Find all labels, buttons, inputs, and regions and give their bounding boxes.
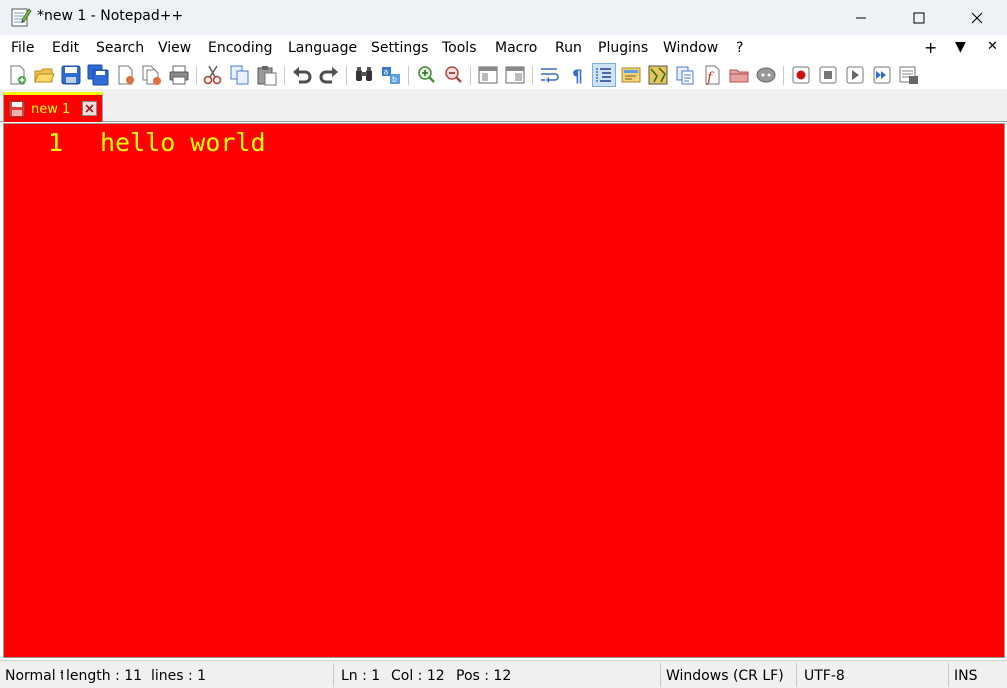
macro-stop-icon[interactable] bbox=[817, 64, 839, 86]
toolbar-separator bbox=[284, 66, 285, 85]
svg-text:a: a bbox=[384, 68, 389, 77]
menu-plugins[interactable]: Plugins bbox=[598, 40, 648, 56]
svg-text:b: b bbox=[392, 75, 397, 84]
show-all-characters-icon[interactable]: ¶ bbox=[566, 64, 588, 86]
zoom-in-icon[interactable] bbox=[415, 64, 437, 86]
status-separator bbox=[948, 663, 949, 687]
macro-run-multiple-icon[interactable] bbox=[871, 64, 893, 86]
print-icon[interactable] bbox=[168, 64, 190, 86]
status-position: Pos : 12 bbox=[456, 668, 512, 684]
menu-settings[interactable]: Settings bbox=[371, 40, 428, 56]
word-wrap-icon[interactable] bbox=[539, 64, 561, 86]
new-file-icon[interactable] bbox=[7, 64, 29, 86]
menu-file[interactable]: File bbox=[11, 40, 34, 56]
find-icon[interactable] bbox=[353, 64, 375, 86]
toolbar-separator bbox=[346, 66, 347, 85]
save-all-icon[interactable] bbox=[87, 64, 109, 86]
sync-vertical-scrolling-icon[interactable] bbox=[477, 64, 499, 86]
redo-icon[interactable] bbox=[318, 64, 340, 86]
minimize-icon bbox=[856, 17, 866, 18]
status-length: length : 11 bbox=[66, 668, 143, 684]
menu-language[interactable]: Language bbox=[288, 40, 357, 56]
macro-save-icon[interactable] bbox=[898, 64, 920, 86]
document-list-icon[interactable] bbox=[674, 64, 696, 86]
tab-label: new 1 bbox=[31, 102, 71, 117]
status-file-type: Normal t bbox=[5, 668, 63, 684]
status-line-number: Ln : 1 bbox=[341, 668, 381, 684]
close-all-icon[interactable] bbox=[141, 64, 163, 86]
editor-area[interactable]: 1 hello world bbox=[3, 123, 1005, 658]
zoom-out-icon[interactable] bbox=[442, 64, 464, 86]
minimize-button[interactable] bbox=[832, 0, 890, 35]
tab-bar: new 1 bbox=[0, 90, 1007, 122]
menu-help[interactable]: ? bbox=[736, 40, 743, 56]
status-separator bbox=[333, 663, 334, 687]
menu-window[interactable]: Window bbox=[663, 40, 718, 56]
status-column: Col : 12 bbox=[391, 668, 445, 684]
open-file-icon[interactable] bbox=[33, 64, 55, 86]
menu-search[interactable]: Search bbox=[96, 40, 144, 56]
copy-icon[interactable] bbox=[229, 64, 251, 86]
folder-as-workspace-icon[interactable] bbox=[728, 64, 750, 86]
save-icon[interactable] bbox=[60, 64, 82, 86]
tab-close-icon[interactable] bbox=[82, 101, 97, 116]
maximize-button[interactable] bbox=[890, 0, 948, 35]
replace-icon[interactable]: a b bbox=[380, 64, 402, 86]
add-tab-button[interactable]: + bbox=[924, 38, 937, 57]
window-title: *new 1 - Notepad++ bbox=[37, 8, 184, 24]
close-window-button[interactable] bbox=[948, 0, 1006, 35]
toolbar: a b ¶ f bbox=[0, 61, 1007, 90]
status-insert-mode[interactable]: INS bbox=[954, 668, 978, 684]
undo-icon[interactable] bbox=[291, 64, 313, 86]
toolbar-separator bbox=[408, 66, 409, 85]
menu-run[interactable]: Run bbox=[555, 40, 582, 56]
status-encoding[interactable]: UTF-8 bbox=[804, 668, 845, 684]
status-bar: Normal t length : 11 lines : 1 Ln : 1 Co… bbox=[0, 660, 1007, 688]
toolbar-separator bbox=[532, 66, 533, 85]
toolbar-separator bbox=[470, 66, 471, 85]
sync-horizontal-scrolling-icon[interactable] bbox=[504, 64, 526, 86]
status-separator bbox=[660, 663, 661, 687]
menu-encoding[interactable]: Encoding bbox=[208, 40, 273, 56]
tab-new-1[interactable]: new 1 bbox=[3, 92, 103, 122]
close-document-button[interactable]: ✕ bbox=[987, 39, 998, 54]
monitoring-icon[interactable] bbox=[755, 64, 777, 86]
unsaved-file-icon bbox=[8, 100, 26, 118]
menu-view[interactable]: View bbox=[158, 40, 191, 56]
close-icon bbox=[971, 12, 983, 23]
paste-icon[interactable] bbox=[256, 64, 278, 86]
toolbar-separator bbox=[196, 66, 197, 85]
toolbar-separator bbox=[783, 66, 784, 85]
title-bar: *new 1 - Notepad++ bbox=[0, 0, 1007, 35]
cut-icon[interactable] bbox=[202, 64, 224, 86]
user-defined-language-icon[interactable] bbox=[620, 64, 642, 86]
menu-macro[interactable]: Macro bbox=[495, 40, 537, 56]
document-map-icon[interactable] bbox=[647, 64, 669, 86]
editor-line-text[interactable]: hello world bbox=[100, 128, 266, 157]
svg-text:¶: ¶ bbox=[572, 67, 583, 86]
status-lines: lines : 1 bbox=[151, 668, 207, 684]
status-separator bbox=[796, 663, 797, 687]
line-number: 1 bbox=[48, 128, 64, 157]
close-file-icon[interactable] bbox=[115, 64, 137, 86]
tab-list-dropdown-button[interactable]: ▼ bbox=[955, 39, 966, 55]
macro-playback-icon[interactable] bbox=[844, 64, 866, 86]
maximize-icon bbox=[913, 12, 925, 23]
status-eol-format[interactable]: Windows (CR LF) bbox=[666, 668, 784, 684]
menu-edit[interactable]: Edit bbox=[52, 40, 79, 56]
menu-tools[interactable]: Tools bbox=[442, 40, 477, 56]
menu-bar: File Edit Search View Encoding Language … bbox=[0, 35, 1007, 61]
function-list-icon[interactable]: f bbox=[701, 64, 723, 86]
notepadpp-app-icon[interactable] bbox=[10, 6, 32, 28]
indent-guide-icon[interactable] bbox=[592, 63, 616, 87]
macro-record-icon[interactable] bbox=[790, 64, 812, 86]
